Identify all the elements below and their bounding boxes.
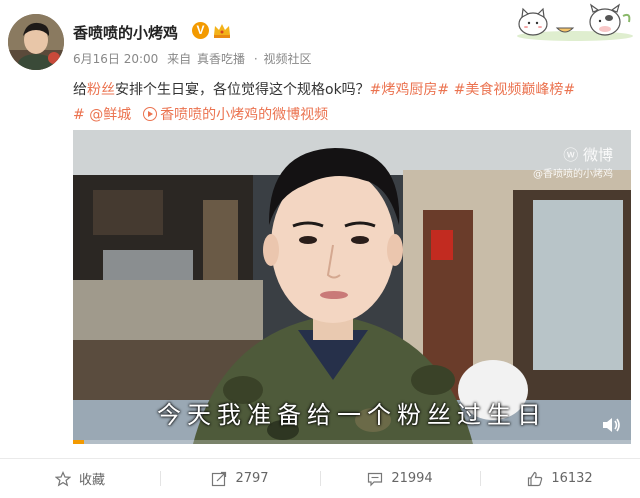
author-name[interactable]: 香喷喷的小烤鸡 xyxy=(73,22,178,43)
like-button[interactable]: 16132 xyxy=(480,459,640,498)
post-meta: 6月16日 20:00 来自 真香吃播 · 视频社区 xyxy=(73,50,317,67)
comment-icon xyxy=(368,472,383,486)
avatar-image xyxy=(8,14,64,70)
hashtag-kitchen[interactable]: #烤鸡厨房# xyxy=(370,82,449,98)
post-date[interactable]: 6月16日 20:00 xyxy=(73,52,158,66)
favorite-label: 收藏 xyxy=(78,473,105,488)
keyword-highlight[interactable]: 粉丝 xyxy=(87,82,115,98)
volume-icon[interactable] xyxy=(601,416,621,434)
play-link-icon xyxy=(143,107,158,121)
post-text-part2: 安排个生日宴，各位觉得这个规格ok吗？ xyxy=(115,82,370,98)
like-icon xyxy=(528,471,543,486)
watermark-user: @香喷喷的小烤鸡 xyxy=(533,169,613,180)
weibo-logo-icon: ⓦ xyxy=(563,146,579,164)
repost-button[interactable]: 2797 xyxy=(160,459,320,498)
star-icon xyxy=(54,470,71,486)
video-player[interactable]: ⓦ 微博 @香喷喷的小烤鸡 今天我准备给一个粉丝过生日 xyxy=(73,130,631,444)
favorite-button[interactable]: 收藏 xyxy=(0,459,160,498)
hashtag-food-video[interactable]: #美食视频巅峰榜# xyxy=(454,82,575,98)
repost-count: 2797 xyxy=(235,471,269,486)
video-subtitle: 今天我准备给一个粉丝过生日 xyxy=(157,401,547,429)
source-name[interactable]: 真香吃播 xyxy=(197,52,245,66)
avatar[interactable] xyxy=(8,14,64,70)
verified-badge-icon: V xyxy=(192,22,209,39)
source-prefix: 来自 xyxy=(167,52,192,66)
post-text: 给粉丝安排个生日宴，各位觉得这个规格ok吗？#烤鸡厨房# #美食视频巅峰榜# #… xyxy=(73,78,633,128)
video-link[interactable]: 香喷喷的小烤鸡的微博视频 xyxy=(160,107,328,123)
comment-count: 21994 xyxy=(391,471,433,486)
crown-icon xyxy=(214,24,230,38)
like-count: 16132 xyxy=(551,471,593,486)
watermark-brand: 微博 xyxy=(582,146,613,164)
video-progress-bar[interactable] xyxy=(73,440,631,444)
comment-button[interactable]: 21994 xyxy=(320,459,480,498)
video-watermark: ⓦ 微博 @香喷喷的小烤鸡 xyxy=(533,144,613,180)
mention-location-icon: # xyxy=(73,107,85,123)
post-text-part1: 给 xyxy=(73,82,87,98)
action-bar: 收藏 2797 21994 16132 xyxy=(0,459,640,498)
source-separator: · xyxy=(253,52,258,66)
mention-link[interactable]: @鲜城 xyxy=(89,107,131,123)
video-progress-fill xyxy=(73,440,85,444)
channel-name[interactable]: 视频社区 xyxy=(263,52,311,66)
repost-icon xyxy=(212,471,227,486)
cartoon-decoration-icon xyxy=(517,3,633,41)
